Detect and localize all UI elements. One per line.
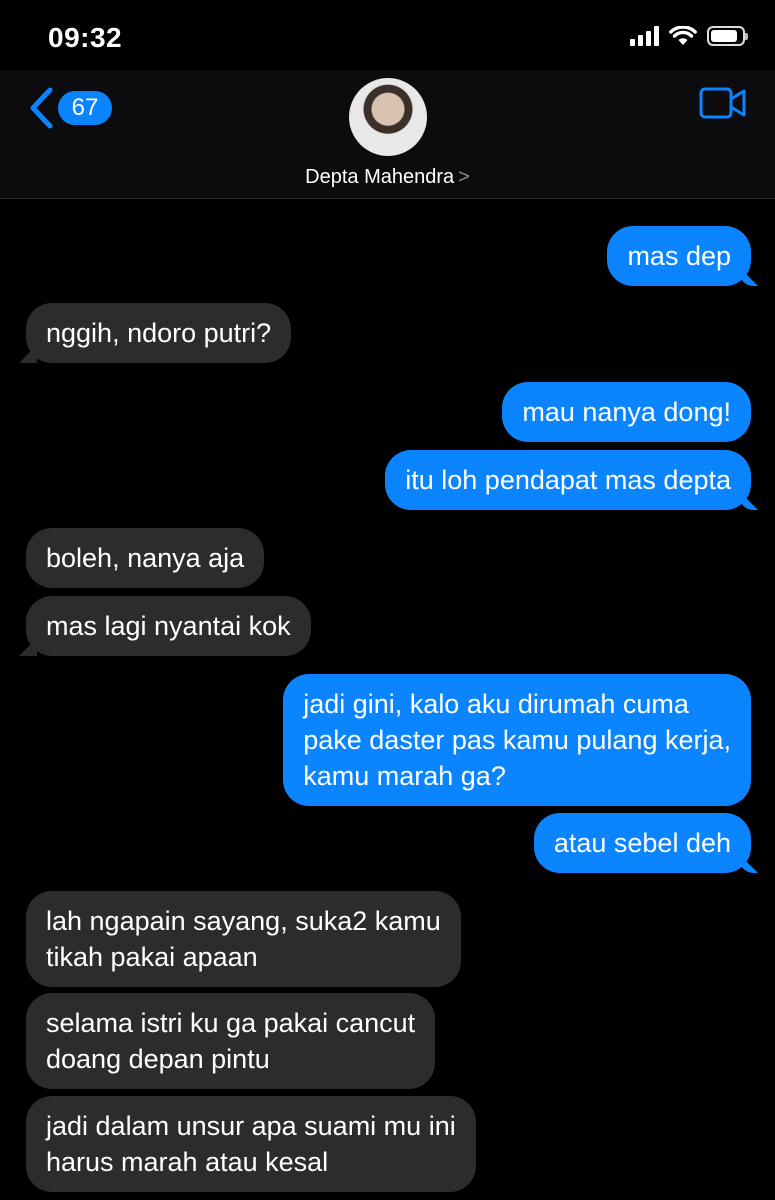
message-bubble-received[interactable]: jadi dalam unsur apa suami mu ini harus … [26, 1096, 476, 1192]
battery-level [711, 30, 737, 42]
chevron-left-icon [30, 87, 53, 129]
message-bubble-sent[interactable]: mau nanya dong! [502, 382, 751, 442]
message-bubble-received[interactable]: nggih, ndoro putri? [26, 303, 292, 363]
contact-name: Depta Mahendra [305, 166, 455, 188]
video-call-button[interactable] [699, 86, 747, 125]
conversation-header: 67 Depta Mahendra > [0, 70, 775, 199]
message-bubble-received[interactable]: boleh, nanya aja [26, 528, 265, 588]
battery-icon [707, 26, 748, 46]
message-bubble-sent[interactable]: itu loh pendapat mas depta [385, 450, 751, 510]
message-bubble-received[interactable]: selama istri ku ga pakai cancut doang de… [26, 993, 436, 1089]
wifi-icon [669, 26, 697, 45]
message-bubble-sent[interactable]: atau sebel deh [533, 813, 751, 873]
cellular-signal-icon [630, 26, 659, 46]
status-time: 09:32 [48, 22, 123, 53]
message-bubble-received[interactable]: mas lagi nyantai kok [26, 596, 311, 656]
message-bubble-received[interactable]: lah ngapain sayang, suka2 kamu tikah pak… [26, 891, 461, 987]
avatar[interactable] [349, 78, 427, 156]
back-button[interactable]: 67 [28, 86, 112, 130]
status-bar: 09:32 [0, 0, 775, 70]
message-bubble-sent[interactable]: mas dep [607, 226, 751, 286]
video-camera-icon [699, 87, 746, 119]
message-bubble-sent[interactable]: jadi gini, kalo aku dirumah cuma pake da… [283, 674, 751, 806]
status-icons [630, 26, 748, 46]
unread-count-badge: 67 [58, 91, 112, 125]
chevron-right-icon: > [458, 166, 470, 188]
contact-name-button[interactable]: Depta Mahendra > [0, 166, 775, 189]
